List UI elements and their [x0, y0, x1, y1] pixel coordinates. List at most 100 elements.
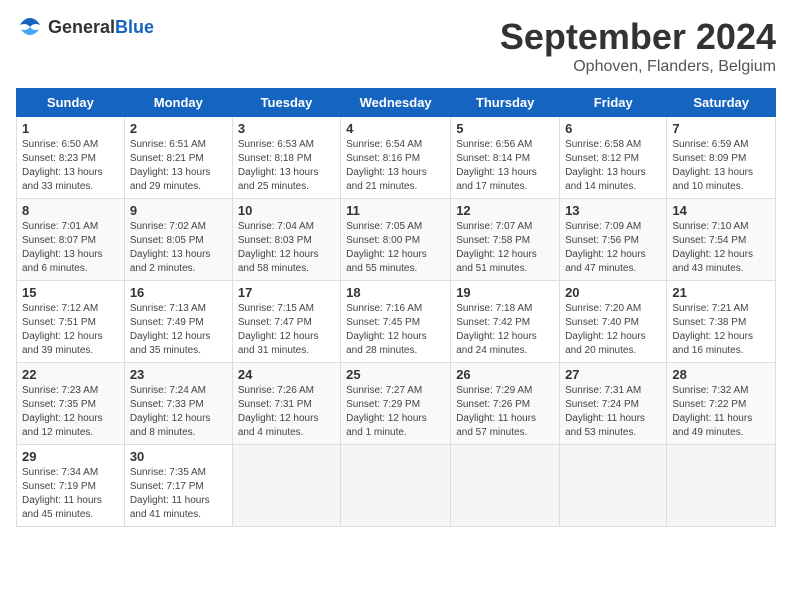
- day-detail: Sunrise: 6:50 AMSunset: 8:23 PMDaylight:…: [22, 138, 119, 194]
- day-number: 4: [346, 121, 445, 136]
- calendar-day-cell: 21 Sunrise: 7:21 AMSunset: 7:38 PMDayligh…: [667, 281, 776, 363]
- calendar-day-cell: 1 Sunrise: 6:50 AMSunset: 8:23 PMDaylight…: [17, 117, 125, 199]
- calendar-day-cell: 13 Sunrise: 7:09 AMSunset: 7:56 PMDayligh…: [560, 199, 667, 281]
- day-detail: Sunrise: 7:18 AMSunset: 7:42 PMDaylight:…: [456, 302, 554, 358]
- calendar-day-cell: 30 Sunrise: 7:35 AMSunset: 7:17 PMDayligh…: [124, 445, 232, 527]
- weekday-header-cell: Sunday: [17, 89, 125, 117]
- calendar-day-cell: 8 Sunrise: 7:01 AMSunset: 8:07 PMDaylight…: [17, 199, 125, 281]
- day-number: 6: [565, 121, 661, 136]
- day-number: 16: [130, 285, 227, 300]
- day-detail: Sunrise: 7:34 AMSunset: 7:19 PMDaylight:…: [22, 466, 119, 522]
- day-detail: Sunrise: 7:09 AMSunset: 7:56 PMDaylight:…: [565, 220, 661, 276]
- weekday-header-cell: Friday: [560, 89, 667, 117]
- day-number: 28: [672, 367, 770, 382]
- day-detail: Sunrise: 7:07 AMSunset: 7:58 PMDaylight:…: [456, 220, 554, 276]
- day-number: 19: [456, 285, 554, 300]
- calendar-day-cell: 24 Sunrise: 7:26 AMSunset: 7:31 PMDayligh…: [232, 363, 340, 445]
- day-detail: Sunrise: 7:29 AMSunset: 7:26 PMDaylight:…: [456, 384, 554, 440]
- calendar-day-cell: 17Sunrise: 7:15 AMSunset: 7:47 PMDayligh…: [232, 281, 340, 363]
- calendar-day-cell: 16 Sunrise: 7:13 AMSunset: 7:49 PMDayligh…: [124, 281, 232, 363]
- day-number: 23: [130, 367, 227, 382]
- day-number: 22: [22, 367, 119, 382]
- logo-text: GeneralBlue: [48, 17, 154, 38]
- weekday-header-cell: Thursday: [451, 89, 560, 117]
- day-detail: Sunrise: 7:21 AMSunset: 7:38 PMDaylight:…: [672, 302, 770, 358]
- day-detail: Sunrise: 7:10 AMSunset: 7:54 PMDaylight:…: [672, 220, 770, 276]
- calendar-week-row: 29 Sunrise: 7:34 AMSunset: 7:19 PMDayligh…: [17, 445, 776, 527]
- day-detail: Sunrise: 7:13 AMSunset: 7:49 PMDaylight:…: [130, 302, 227, 358]
- day-detail: Sunrise: 6:59 AMSunset: 8:09 PMDaylight:…: [672, 138, 770, 194]
- day-number: 18: [346, 285, 445, 300]
- day-number: 26: [456, 367, 554, 382]
- day-number: 3: [238, 121, 335, 136]
- calendar-day-cell: [341, 445, 451, 527]
- calendar-week-row: 8 Sunrise: 7:01 AMSunset: 8:07 PMDaylight…: [17, 199, 776, 281]
- day-detail: Sunrise: 6:53 AMSunset: 8:18 PMDaylight:…: [238, 138, 335, 194]
- calendar-day-cell: 18Sunrise: 7:16 AMSunset: 7:45 PMDayligh…: [341, 281, 451, 363]
- calendar-day-cell: 9Sunrise: 7:02 AMSunset: 8:05 PMDaylight…: [124, 199, 232, 281]
- day-detail: Sunrise: 7:15 AMSunset: 7:47 PMDaylight:…: [238, 302, 335, 358]
- day-detail: Sunrise: 7:26 AMSunset: 7:31 PMDaylight:…: [238, 384, 335, 440]
- day-detail: Sunrise: 7:27 AMSunset: 7:29 PMDaylight:…: [346, 384, 445, 440]
- day-number: 21: [672, 285, 770, 300]
- day-detail: Sunrise: 7:31 AMSunset: 7:24 PMDaylight:…: [565, 384, 661, 440]
- day-number: 8: [22, 203, 119, 218]
- calendar-day-cell: 22 Sunrise: 7:23 AMSunset: 7:35 PMDayligh…: [17, 363, 125, 445]
- logo-general: General: [48, 17, 115, 37]
- day-detail: Sunrise: 6:51 AMSunset: 8:21 PMDaylight:…: [130, 138, 227, 194]
- day-detail: Sunrise: 7:01 AMSunset: 8:07 PMDaylight:…: [22, 220, 119, 276]
- day-detail: Sunrise: 6:54 AMSunset: 8:16 PMDaylight:…: [346, 138, 445, 194]
- day-number: 13: [565, 203, 661, 218]
- day-number: 11: [346, 203, 445, 218]
- day-number: 30: [130, 449, 227, 464]
- day-detail: Sunrise: 6:56 AMSunset: 8:14 PMDaylight:…: [456, 138, 554, 194]
- day-detail: Sunrise: 7:02 AMSunset: 8:05 PMDaylight:…: [130, 220, 227, 276]
- calendar-week-row: 1 Sunrise: 6:50 AMSunset: 8:23 PMDaylight…: [17, 117, 776, 199]
- day-number: 15: [22, 285, 119, 300]
- day-number: 24: [238, 367, 335, 382]
- logo-icon: [16, 16, 44, 38]
- calendar-day-cell: 28Sunrise: 7:32 AMSunset: 7:22 PMDayligh…: [667, 363, 776, 445]
- day-number: 12: [456, 203, 554, 218]
- calendar-day-cell: 12 Sunrise: 7:07 AMSunset: 7:58 PMDayligh…: [451, 199, 560, 281]
- day-number: 10: [238, 203, 335, 218]
- calendar-day-cell: 26 Sunrise: 7:29 AMSunset: 7:26 PMDayligh…: [451, 363, 560, 445]
- calendar-body: 1 Sunrise: 6:50 AMSunset: 8:23 PMDaylight…: [17, 117, 776, 527]
- calendar-day-cell: 25 Sunrise: 7:27 AMSunset: 7:29 PMDayligh…: [341, 363, 451, 445]
- calendar-day-cell: [667, 445, 776, 527]
- day-detail: Sunrise: 7:20 AMSunset: 7:40 PMDaylight:…: [565, 302, 661, 358]
- day-detail: Sunrise: 6:58 AMSunset: 8:12 PMDaylight:…: [565, 138, 661, 194]
- calendar-day-cell: 3 Sunrise: 6:53 AMSunset: 8:18 PMDaylight…: [232, 117, 340, 199]
- calendar-day-cell: 2 Sunrise: 6:51 AMSunset: 8:21 PMDaylight…: [124, 117, 232, 199]
- calendar-day-cell: 23Sunrise: 7:24 AMSunset: 7:33 PMDayligh…: [124, 363, 232, 445]
- calendar-day-cell: 27 Sunrise: 7:31 AMSunset: 7:24 PMDayligh…: [560, 363, 667, 445]
- calendar-day-cell: 19 Sunrise: 7:18 AMSunset: 7:42 PMDayligh…: [451, 281, 560, 363]
- day-number: 5: [456, 121, 554, 136]
- calendar-day-cell: 11Sunrise: 7:05 AMSunset: 8:00 PMDayligh…: [341, 199, 451, 281]
- calendar-day-cell: 15 Sunrise: 7:12 AMSunset: 7:51 PMDayligh…: [17, 281, 125, 363]
- day-number: 7: [672, 121, 770, 136]
- weekday-header-cell: Wednesday: [341, 89, 451, 117]
- month-title: September 2024: [500, 16, 776, 58]
- day-number: 1: [22, 121, 119, 136]
- calendar-day-cell: 4 Sunrise: 6:54 AMSunset: 8:16 PMDaylight…: [341, 117, 451, 199]
- weekday-header-row: SundayMondayTuesdayWednesdayThursdayFrid…: [17, 89, 776, 117]
- day-number: 27: [565, 367, 661, 382]
- calendar-day-cell: 29 Sunrise: 7:34 AMSunset: 7:19 PMDayligh…: [17, 445, 125, 527]
- day-number: 2: [130, 121, 227, 136]
- calendar-day-cell: [560, 445, 667, 527]
- calendar-day-cell: 7 Sunrise: 6:59 AMSunset: 8:09 PMDaylight…: [667, 117, 776, 199]
- day-number: 29: [22, 449, 119, 464]
- day-detail: Sunrise: 7:12 AMSunset: 7:51 PMDaylight:…: [22, 302, 119, 358]
- day-detail: Sunrise: 7:23 AMSunset: 7:35 PMDaylight:…: [22, 384, 119, 440]
- weekday-header-cell: Tuesday: [232, 89, 340, 117]
- day-number: 25: [346, 367, 445, 382]
- day-number: 14: [672, 203, 770, 218]
- weekday-header-cell: Monday: [124, 89, 232, 117]
- day-detail: Sunrise: 7:04 AMSunset: 8:03 PMDaylight:…: [238, 220, 335, 276]
- calendar-week-row: 22 Sunrise: 7:23 AMSunset: 7:35 PMDayligh…: [17, 363, 776, 445]
- calendar-day-cell: 6 Sunrise: 6:58 AMSunset: 8:12 PMDaylight…: [560, 117, 667, 199]
- location-subtitle: Ophoven, Flanders, Belgium: [500, 58, 776, 76]
- calendar-table: SundayMondayTuesdayWednesdayThursdayFrid…: [16, 88, 776, 527]
- day-detail: Sunrise: 7:35 AMSunset: 7:17 PMDaylight:…: [130, 466, 227, 522]
